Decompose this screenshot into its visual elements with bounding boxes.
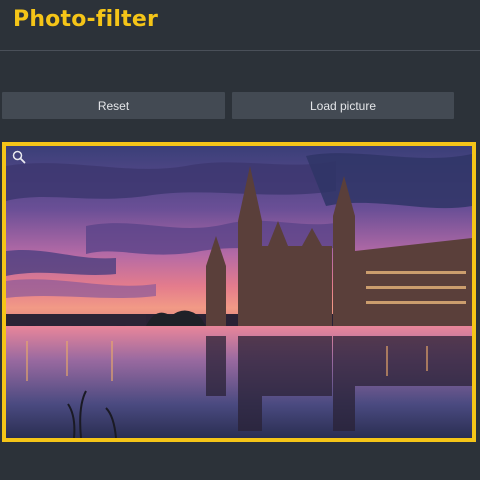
magnifier-icon[interactable] <box>12 150 26 164</box>
reset-button[interactable]: Reset <box>2 92 225 119</box>
photo-canvas[interactable] <box>6 146 472 438</box>
picture-frame[interactable] <box>2 142 476 442</box>
photo-filter-app: Photo-filter Reset Load picture <box>0 0 480 480</box>
app-title: Photo-filter <box>13 7 159 32</box>
header: Photo-filter <box>0 0 480 51</box>
load-picture-button[interactable]: Load picture <box>232 92 454 119</box>
